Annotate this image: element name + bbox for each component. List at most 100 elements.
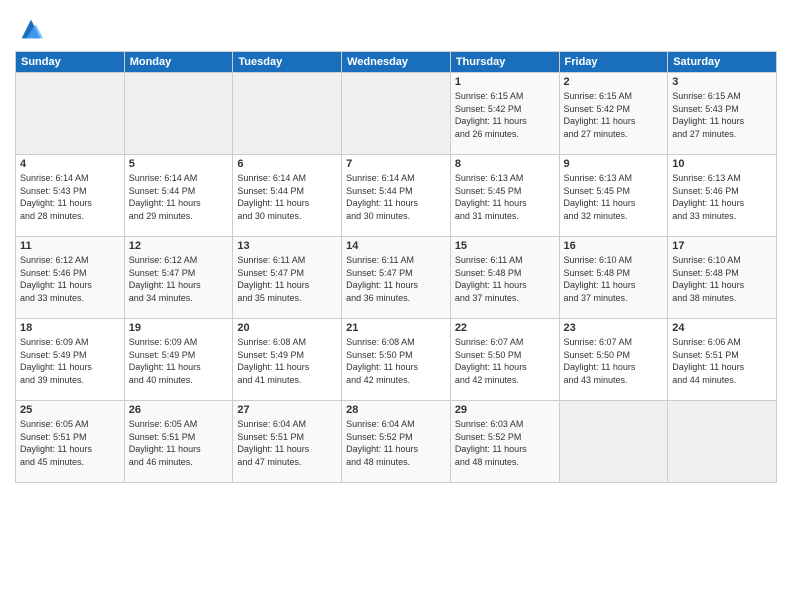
- day-number: 27: [237, 404, 337, 416]
- calendar-table: SundayMondayTuesdayWednesdayThursdayFrid…: [15, 51, 777, 483]
- day-info: Sunrise: 6:11 AM Sunset: 5:48 PM Dayligh…: [455, 254, 555, 304]
- header-cell-saturday: Saturday: [668, 52, 777, 73]
- day-cell: 15 Sunrise: 6:11 AM Sunset: 5:48 PM Dayli…: [450, 237, 559, 319]
- day-cell: 26 Sunrise: 6:05 AM Sunset: 5:51 PM Dayli…: [124, 401, 233, 483]
- day-cell: 16Sunrise: 6:10 AM Sunset: 5:48 PM Dayli…: [559, 237, 668, 319]
- week-row-1: 4 Sunrise: 6:14 AM Sunset: 5:43 PM Daylig…: [16, 155, 777, 237]
- header-cell-monday: Monday: [124, 52, 233, 73]
- header-cell-wednesday: Wednesday: [342, 52, 451, 73]
- day-info: Sunrise: 6:11 AM Sunset: 5:47 PM Dayligh…: [346, 254, 446, 304]
- day-number: 21: [346, 322, 446, 334]
- header-cell-thursday: Thursday: [450, 52, 559, 73]
- day-cell: [16, 73, 125, 155]
- day-info: Sunrise: 6:07 AM Sunset: 5:50 PM Dayligh…: [455, 336, 555, 386]
- day-cell: [342, 73, 451, 155]
- day-number: 1: [455, 76, 555, 88]
- day-info: Sunrise: 6:09 AM Sunset: 5:49 PM Dayligh…: [20, 336, 120, 386]
- day-cell: 28 Sunrise: 6:04 AM Sunset: 5:52 PM Dayli…: [342, 401, 451, 483]
- day-cell: 23 Sunrise: 6:07 AM Sunset: 5:50 PM Dayli…: [559, 319, 668, 401]
- day-number: 17: [672, 240, 772, 252]
- day-number: 2: [564, 76, 664, 88]
- day-number: 19: [129, 322, 229, 334]
- day-info: Sunrise: 6:05 AM Sunset: 5:51 PM Dayligh…: [129, 418, 229, 468]
- day-cell: 14 Sunrise: 6:11 AM Sunset: 5:47 PM Dayli…: [342, 237, 451, 319]
- day-cell: 29Sunrise: 6:03 AM Sunset: 5:52 PM Dayli…: [450, 401, 559, 483]
- day-number: 26: [129, 404, 229, 416]
- day-cell: 21 Sunrise: 6:08 AM Sunset: 5:50 PM Dayli…: [342, 319, 451, 401]
- day-info: Sunrise: 6:04 AM Sunset: 5:52 PM Dayligh…: [346, 418, 446, 468]
- day-number: 12: [129, 240, 229, 252]
- day-cell: 20 Sunrise: 6:08 AM Sunset: 5:49 PM Dayli…: [233, 319, 342, 401]
- day-info: Sunrise: 6:14 AM Sunset: 5:44 PM Dayligh…: [129, 172, 229, 222]
- day-info: Sunrise: 6:07 AM Sunset: 5:50 PM Dayligh…: [564, 336, 664, 386]
- day-number: 24: [672, 322, 772, 334]
- day-info: Sunrise: 6:04 AM Sunset: 5:51 PM Dayligh…: [237, 418, 337, 468]
- day-number: 22: [455, 322, 555, 334]
- day-number: 8: [455, 158, 555, 170]
- logo: [15, 15, 45, 43]
- page-container: SundayMondayTuesdayWednesdayThursdayFrid…: [0, 0, 792, 493]
- day-cell: 19 Sunrise: 6:09 AM Sunset: 5:49 PM Dayli…: [124, 319, 233, 401]
- day-info: Sunrise: 6:11 AM Sunset: 5:47 PM Dayligh…: [237, 254, 337, 304]
- day-cell: [668, 401, 777, 483]
- day-number: 25: [20, 404, 120, 416]
- day-cell: 25 Sunrise: 6:05 AM Sunset: 5:51 PM Dayli…: [16, 401, 125, 483]
- header: [15, 10, 777, 43]
- day-number: 5: [129, 158, 229, 170]
- header-row: SundayMondayTuesdayWednesdayThursdayFrid…: [16, 52, 777, 73]
- day-cell: 2 Sunrise: 6:15 AM Sunset: 5:42 PM Daylig…: [559, 73, 668, 155]
- day-info: Sunrise: 6:15 AM Sunset: 5:43 PM Dayligh…: [672, 90, 772, 140]
- day-number: 16: [564, 240, 664, 252]
- day-info: Sunrise: 6:12 AM Sunset: 5:47 PM Dayligh…: [129, 254, 229, 304]
- day-number: 4: [20, 158, 120, 170]
- day-info: Sunrise: 6:14 AM Sunset: 5:43 PM Dayligh…: [20, 172, 120, 222]
- logo-icon: [17, 15, 45, 43]
- day-cell: 18 Sunrise: 6:09 AM Sunset: 5:49 PM Dayli…: [16, 319, 125, 401]
- day-number: 10: [672, 158, 772, 170]
- day-info: Sunrise: 6:06 AM Sunset: 5:51 PM Dayligh…: [672, 336, 772, 386]
- day-info: Sunrise: 6:05 AM Sunset: 5:51 PM Dayligh…: [20, 418, 120, 468]
- week-row-4: 25 Sunrise: 6:05 AM Sunset: 5:51 PM Dayli…: [16, 401, 777, 483]
- day-cell: 13 Sunrise: 6:11 AM Sunset: 5:47 PM Dayli…: [233, 237, 342, 319]
- day-cell: [559, 401, 668, 483]
- calendar-body: 1 Sunrise: 6:15 AM Sunset: 5:42 PM Daylig…: [16, 73, 777, 483]
- day-info: Sunrise: 6:13 AM Sunset: 5:45 PM Dayligh…: [564, 172, 664, 222]
- day-number: 29: [455, 404, 555, 416]
- day-cell: 4 Sunrise: 6:14 AM Sunset: 5:43 PM Daylig…: [16, 155, 125, 237]
- day-number: 23: [564, 322, 664, 334]
- day-info: Sunrise: 6:08 AM Sunset: 5:50 PM Dayligh…: [346, 336, 446, 386]
- header-cell-sunday: Sunday: [16, 52, 125, 73]
- day-cell: 12 Sunrise: 6:12 AM Sunset: 5:47 PM Dayli…: [124, 237, 233, 319]
- day-cell: 7 Sunrise: 6:14 AM Sunset: 5:44 PM Daylig…: [342, 155, 451, 237]
- day-cell: 6Sunrise: 6:14 AM Sunset: 5:44 PM Daylig…: [233, 155, 342, 237]
- day-info: Sunrise: 6:13 AM Sunset: 5:46 PM Dayligh…: [672, 172, 772, 222]
- day-cell: 11Sunrise: 6:12 AM Sunset: 5:46 PM Dayli…: [16, 237, 125, 319]
- day-number: 15: [455, 240, 555, 252]
- day-number: 20: [237, 322, 337, 334]
- day-cell: [233, 73, 342, 155]
- day-number: 28: [346, 404, 446, 416]
- day-info: Sunrise: 6:09 AM Sunset: 5:49 PM Dayligh…: [129, 336, 229, 386]
- day-cell: 3 Sunrise: 6:15 AM Sunset: 5:43 PM Daylig…: [668, 73, 777, 155]
- week-row-3: 18 Sunrise: 6:09 AM Sunset: 5:49 PM Dayli…: [16, 319, 777, 401]
- header-cell-friday: Friday: [559, 52, 668, 73]
- header-cell-tuesday: Tuesday: [233, 52, 342, 73]
- day-info: Sunrise: 6:14 AM Sunset: 5:44 PM Dayligh…: [346, 172, 446, 222]
- day-number: 7: [346, 158, 446, 170]
- day-cell: 9Sunrise: 6:13 AM Sunset: 5:45 PM Daylig…: [559, 155, 668, 237]
- day-cell: [124, 73, 233, 155]
- day-number: 18: [20, 322, 120, 334]
- day-cell: 10 Sunrise: 6:13 AM Sunset: 5:46 PM Dayli…: [668, 155, 777, 237]
- day-info: Sunrise: 6:15 AM Sunset: 5:42 PM Dayligh…: [455, 90, 555, 140]
- day-info: Sunrise: 6:15 AM Sunset: 5:42 PM Dayligh…: [564, 90, 664, 140]
- day-info: Sunrise: 6:08 AM Sunset: 5:49 PM Dayligh…: [237, 336, 337, 386]
- week-row-0: 1 Sunrise: 6:15 AM Sunset: 5:42 PM Daylig…: [16, 73, 777, 155]
- day-number: 3: [672, 76, 772, 88]
- day-info: Sunrise: 6:14 AM Sunset: 5:44 PM Dayligh…: [237, 172, 337, 222]
- day-info: Sunrise: 6:12 AM Sunset: 5:46 PM Dayligh…: [20, 254, 120, 304]
- day-cell: 22 Sunrise: 6:07 AM Sunset: 5:50 PM Dayli…: [450, 319, 559, 401]
- day-number: 13: [237, 240, 337, 252]
- day-number: 14: [346, 240, 446, 252]
- day-cell: 17Sunrise: 6:10 AM Sunset: 5:48 PM Dayli…: [668, 237, 777, 319]
- week-row-2: 11Sunrise: 6:12 AM Sunset: 5:46 PM Dayli…: [16, 237, 777, 319]
